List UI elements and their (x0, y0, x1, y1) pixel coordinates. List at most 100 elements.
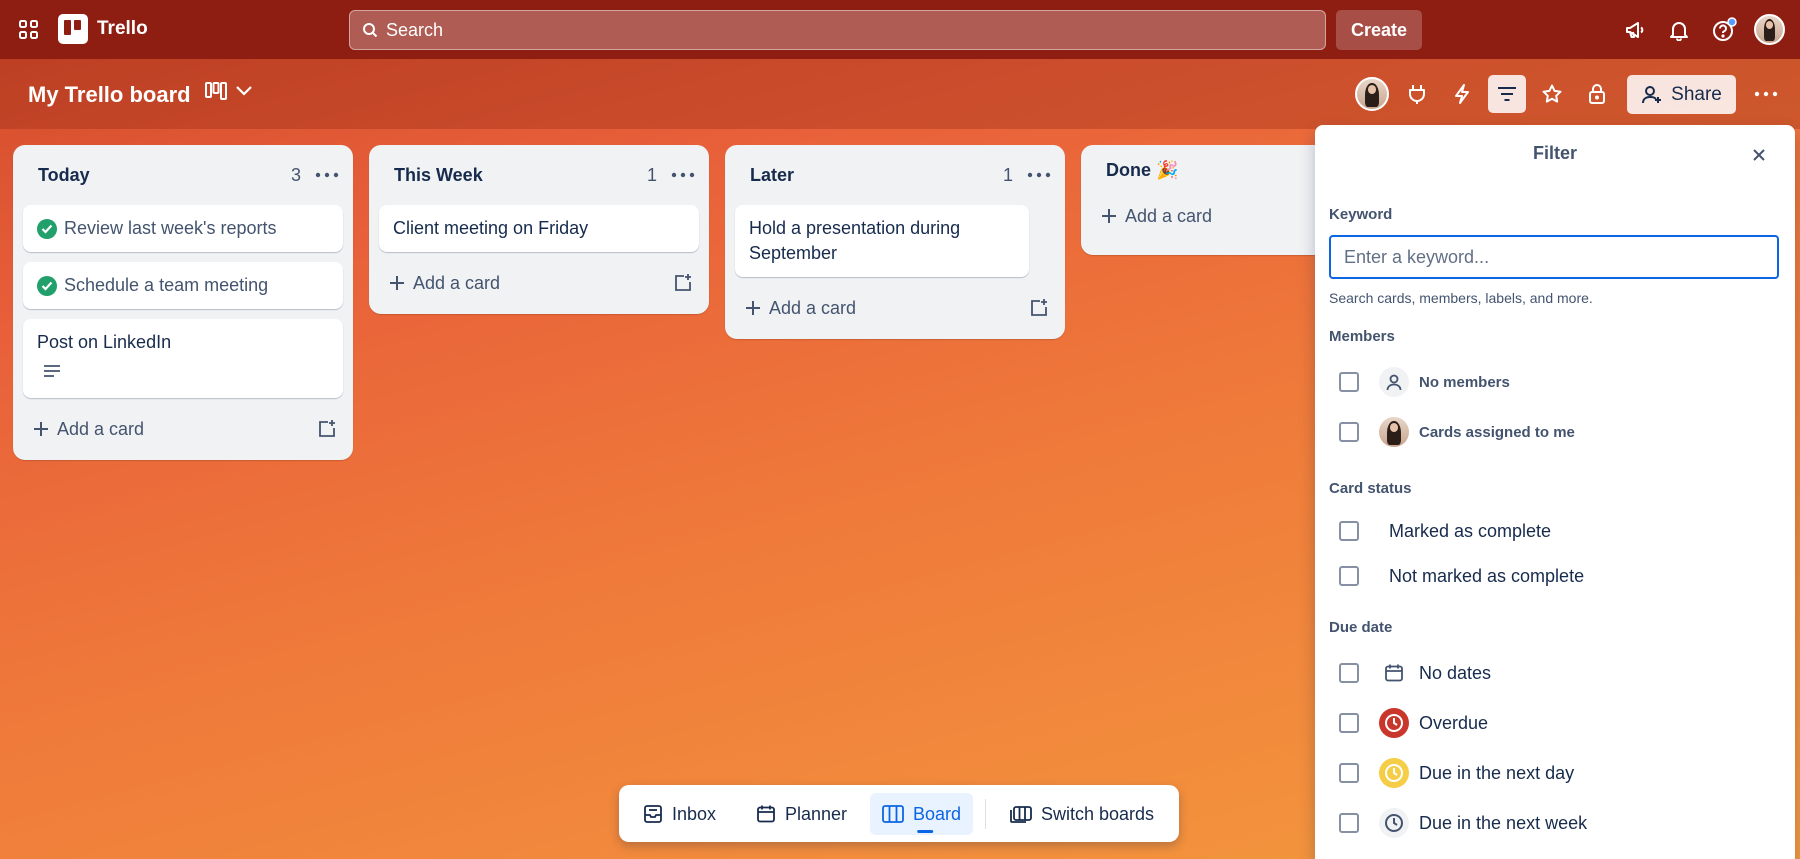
dock-board[interactable]: Board (870, 793, 974, 835)
list-menu-icon[interactable] (1027, 172, 1051, 178)
description-icon (44, 365, 60, 377)
plus-icon (34, 422, 48, 436)
list-card-count: 1 (1002, 164, 1013, 185)
filter-option-next-day[interactable]: Due in the next day (1339, 757, 1574, 789)
user-avatar (1379, 417, 1409, 447)
checkbox[interactable] (1339, 663, 1359, 683)
checkbox[interactable] (1339, 422, 1359, 442)
dock-divider (985, 799, 986, 829)
power-ups-icon[interactable] (1398, 75, 1436, 113)
create-from-template-icon[interactable] (673, 273, 693, 293)
add-card-button[interactable]: Add a card (745, 298, 856, 319)
option-label: Due in the next day (1419, 762, 1575, 783)
dock-inbox[interactable]: Inbox (631, 793, 728, 835)
filter-option-overdue[interactable]: Overdue (1339, 707, 1488, 739)
filter-option-no-dates[interactable]: No dates (1339, 657, 1491, 689)
keyword-input[interactable] (1329, 235, 1779, 279)
star-icon[interactable] (1533, 75, 1571, 113)
search-input[interactable]: Search (349, 10, 1326, 50)
checkbox[interactable] (1339, 813, 1359, 833)
card[interactable]: Hold a presentation during September (735, 205, 1029, 277)
checkbox[interactable] (1339, 521, 1359, 541)
list-card-count: 3 (290, 164, 301, 185)
card[interactable]: Review last week's reports (23, 205, 343, 252)
checkbox[interactable] (1339, 372, 1359, 392)
search-icon (363, 23, 378, 38)
filter-option-marked-complete[interactable]: Marked as complete (1339, 515, 1551, 547)
option-label: No members (1419, 373, 1510, 391)
checkbox[interactable] (1339, 566, 1359, 586)
option-label: Marked as complete (1389, 520, 1552, 541)
keyword-help-text: Search cards, members, labels, and more. (1329, 290, 1593, 306)
filter-option-next-week[interactable]: Due in the next week (1339, 807, 1587, 839)
close-icon[interactable] (1749, 145, 1769, 165)
dock-board-label: Board (913, 803, 962, 824)
list-header[interactable]: Today 3 (23, 145, 343, 205)
bottom-dock: Inbox Planner Board Switch boards (619, 785, 1179, 842)
card[interactable]: Client meeting on Friday (379, 205, 699, 252)
calendar-icon (757, 805, 775, 823)
top-navigation: Trello Search Create (0, 0, 1800, 59)
filter-option-not-complete[interactable]: Not marked as complete (1339, 560, 1584, 592)
list-title: Done 🎉 (1106, 159, 1179, 180)
add-card-label: Add a card (769, 297, 857, 318)
inbox-icon (644, 805, 662, 823)
more-options-icon[interactable] (1747, 75, 1785, 113)
clock-icon-overdue (1379, 708, 1409, 738)
trello-logo-icon (58, 14, 88, 44)
filter-option-assigned-to-me[interactable]: Cards assigned to me (1339, 416, 1575, 448)
add-card-button[interactable]: Add a card (1101, 206, 1212, 227)
app-switcher-icon[interactable] (16, 17, 42, 43)
list-later: Later 1 Hold a presentation during Septe… (725, 145, 1065, 339)
dock-planner[interactable]: Planner (744, 793, 859, 835)
create-from-template-icon[interactable] (1029, 298, 1049, 318)
bell-icon[interactable] (1665, 16, 1693, 44)
list-header[interactable]: Later 1 (735, 145, 1055, 205)
trello-logo[interactable]: Trello (58, 14, 148, 44)
list-menu-icon[interactable] (315, 172, 339, 178)
complete-check-icon[interactable] (37, 218, 57, 239)
board-member-avatar[interactable] (1355, 77, 1389, 111)
board-title[interactable]: My Trello board (28, 82, 191, 108)
person-icon (1379, 367, 1409, 397)
add-card-button[interactable]: Add a card (389, 273, 500, 294)
add-card-row: Add a card (735, 287, 1055, 329)
automation-icon[interactable] (1443, 75, 1481, 113)
board-view-switcher[interactable] (205, 82, 253, 100)
dock-planner-label: Planner (785, 803, 848, 824)
card-title: Client meeting on Friday (393, 218, 589, 238)
add-card-label: Add a card (413, 272, 501, 293)
add-card-button[interactable]: Add a card (33, 419, 144, 440)
switch-boards-icon (1010, 806, 1032, 823)
option-label: No dates (1419, 662, 1492, 683)
list-title: Today (38, 164, 90, 185)
list-header[interactable]: This Week 1 (379, 145, 699, 205)
dock-switch-boards[interactable]: Switch boards (998, 793, 1166, 835)
card[interactable]: Schedule a team meeting (23, 262, 343, 309)
add-person-icon (1642, 85, 1662, 103)
filter-icon[interactable] (1488, 75, 1526, 113)
add-card-label: Add a card (57, 418, 145, 439)
list-this-week: This Week 1 Client meeting on Friday Add… (369, 145, 709, 314)
help-icon[interactable] (1710, 16, 1738, 44)
option-label: Overdue (1419, 712, 1489, 733)
checkbox[interactable] (1339, 713, 1359, 733)
complete-check-icon[interactable] (37, 275, 57, 296)
members-label: Members (1329, 328, 1395, 345)
megaphone-icon[interactable] (1621, 16, 1649, 44)
user-avatar[interactable] (1754, 14, 1785, 45)
app-name: Trello (97, 18, 148, 39)
add-card-row: Add a card (379, 262, 699, 304)
share-label: Share (1671, 83, 1722, 105)
card-title: Review last week's reports (64, 218, 277, 238)
visibility-lock-icon[interactable] (1578, 75, 1616, 113)
create-button[interactable]: Create (1336, 10, 1422, 50)
filter-option-no-members[interactable]: No members (1339, 366, 1510, 398)
board-view-icon (205, 82, 227, 100)
list-menu-icon[interactable] (671, 172, 695, 178)
create-from-template-icon[interactable] (317, 419, 337, 439)
card[interactable]: Post on LinkedIn (23, 319, 343, 398)
card-status-label: Card status (1329, 480, 1412, 497)
share-button[interactable]: Share (1627, 75, 1736, 114)
checkbox[interactable] (1339, 763, 1359, 783)
